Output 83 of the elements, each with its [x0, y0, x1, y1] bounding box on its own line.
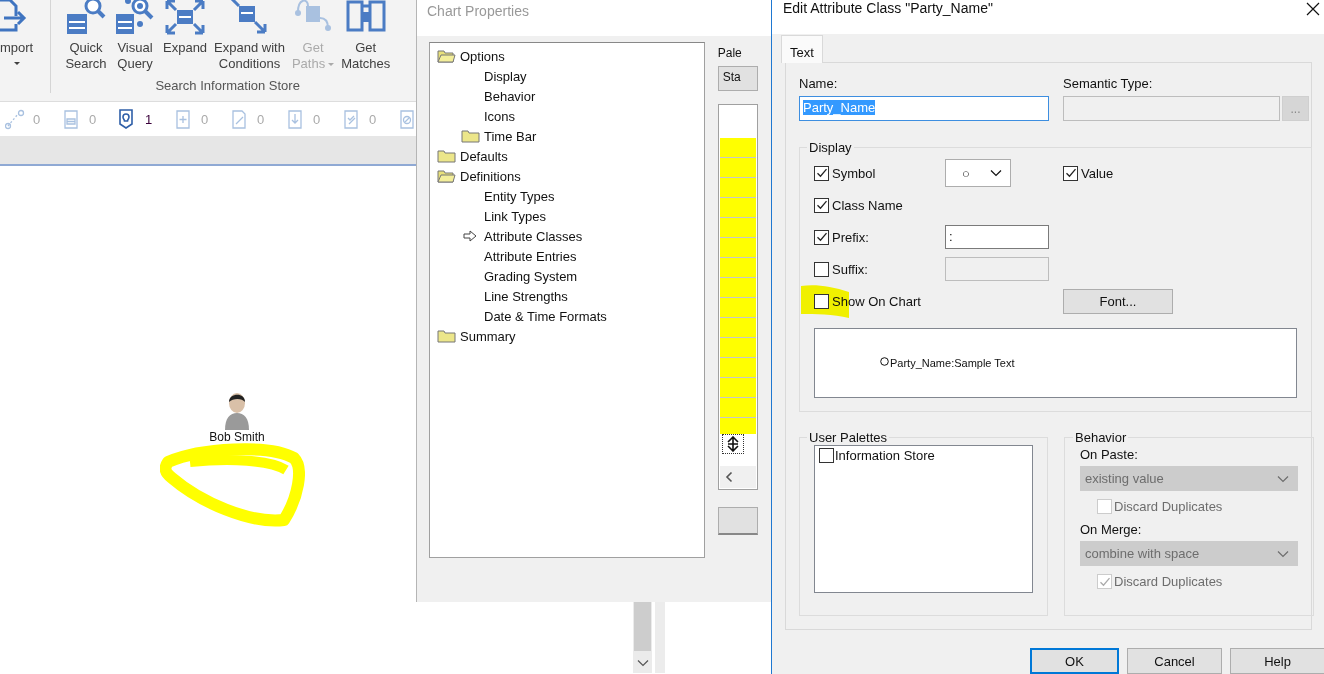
checkbox[interactable] [814, 197, 829, 213]
palette-list[interactable]: Information Store [814, 445, 1033, 593]
circle-icon [880, 356, 889, 366]
group-title: Behavior [1074, 430, 1128, 445]
tree-item[interactable]: Time Bar [436, 126, 540, 146]
list-item-label: Information Store [835, 448, 935, 463]
tree-item[interactable]: Display [436, 66, 530, 86]
resize-icon[interactable] [726, 436, 739, 453]
cut-off-button[interactable] [717, 507, 758, 535]
chevron-icon [636, 659, 649, 667]
ribbon-button[interactable]: Quick Search [62, 0, 110, 72]
count-label: 0 [33, 111, 41, 127]
group-label: Search Information Store [155, 78, 300, 93]
tree-item[interactable]: Entity Types [436, 186, 558, 206]
dialog-button[interactable]: Help [1230, 648, 1324, 674]
preview-text: Party_Name:Sample Text [890, 357, 1015, 369]
count-label: 0 [313, 111, 321, 127]
count-label: 0 [369, 111, 377, 127]
window-title: Chart Properties [417, 0, 772, 36]
tree-item[interactable]: Behavior [436, 86, 539, 106]
download-document-icon[interactable] [285, 108, 305, 130]
font-button[interactable]: Font... [1063, 288, 1173, 314]
ribbon-button[interactable]: Visual Query [111, 0, 159, 72]
window-title: Edit Attribute Class "Party_Name" [783, 0, 993, 18]
tree-item[interactable]: Attribute Entries [436, 246, 580, 266]
option-label: Symbol [832, 165, 876, 181]
field-label: Semantic Type: [1063, 76, 1154, 91]
count-label: 0 [257, 111, 265, 127]
semantic-type-field[interactable] [1063, 96, 1280, 121]
group-title: User Palettes [808, 430, 889, 445]
tree-item[interactable]: Defaults [436, 146, 511, 166]
option-label: Show On Chart [832, 293, 921, 309]
symbol-dropdown[interactable]: ○ [945, 159, 1011, 187]
text-field[interactable]: : [945, 225, 1049, 249]
field-label: Name: [799, 76, 839, 91]
tree-item[interactable]: Definitions [436, 166, 524, 186]
group-title: Display [808, 140, 853, 155]
dialog-button[interactable]: OK [1030, 648, 1119, 674]
tree-item[interactable]: Attribute Classes [436, 226, 586, 246]
tree-item[interactable]: Summary [436, 326, 519, 346]
document-icon[interactable] [61, 108, 81, 130]
tree-item[interactable]: Icons [436, 106, 519, 126]
tab[interactable]: Text [781, 35, 823, 63]
field-label: On Paste: [1080, 447, 1139, 462]
checkbox[interactable] [814, 165, 829, 181]
edit-document-icon[interactable] [229, 108, 249, 130]
count-label: 0 [201, 111, 209, 127]
field-label: On Merge: [1080, 522, 1143, 537]
count-label: 1 [145, 111, 153, 127]
node-label: Bob Smith [209, 430, 265, 444]
connector-icon[interactable] [5, 108, 25, 130]
checkbox[interactable] [814, 229, 829, 245]
palette-label: Pale [717, 46, 743, 60]
chevron-icon [1277, 474, 1289, 483]
option-label: Value [1081, 165, 1114, 181]
blocked-document-icon[interactable] [397, 108, 417, 130]
tree-item[interactable]: Date & Time Formats [436, 306, 610, 326]
option-label: Discard Duplicates [1114, 499, 1223, 514]
tree-item[interactable]: Link Types [436, 206, 549, 226]
option-label: Class Name [832, 197, 903, 213]
checkbox[interactable] [819, 448, 834, 463]
scrollbar[interactable] [633, 601, 652, 673]
tree-item[interactable]: Grading System [436, 266, 581, 286]
add-document-icon[interactable] [173, 108, 193, 130]
tree-item[interactable]: Line Strengths [436, 286, 571, 306]
option-label: Prefix: [832, 229, 869, 245]
scroll-left-icon[interactable] [724, 471, 733, 484]
palette-dropdown[interactable]: Sta [717, 66, 758, 91]
dialog-button[interactable]: Cancel [1127, 648, 1222, 674]
option-label: Discard Duplicates [1114, 574, 1223, 589]
count-label: 0 [89, 111, 97, 127]
ribbon-button[interactable]: Get Matches [338, 0, 394, 72]
ribbon-button[interactable]: Expand [160, 0, 211, 72]
close-icon[interactable] [1305, 1, 1321, 17]
ribbon-button[interactable]: Expand with Conditions [211, 0, 288, 72]
person-icon[interactable] [222, 390, 252, 430]
chevron-icon [1277, 549, 1289, 558]
tree-item[interactable]: Options [436, 46, 508, 66]
option-label: Suffix: [832, 261, 868, 277]
checkbox[interactable] [1063, 165, 1078, 181]
ribbon-button[interactable]: mport [0, 0, 46, 101]
chevron-icon [990, 169, 1002, 177]
edited-document-icon[interactable] [341, 108, 361, 130]
